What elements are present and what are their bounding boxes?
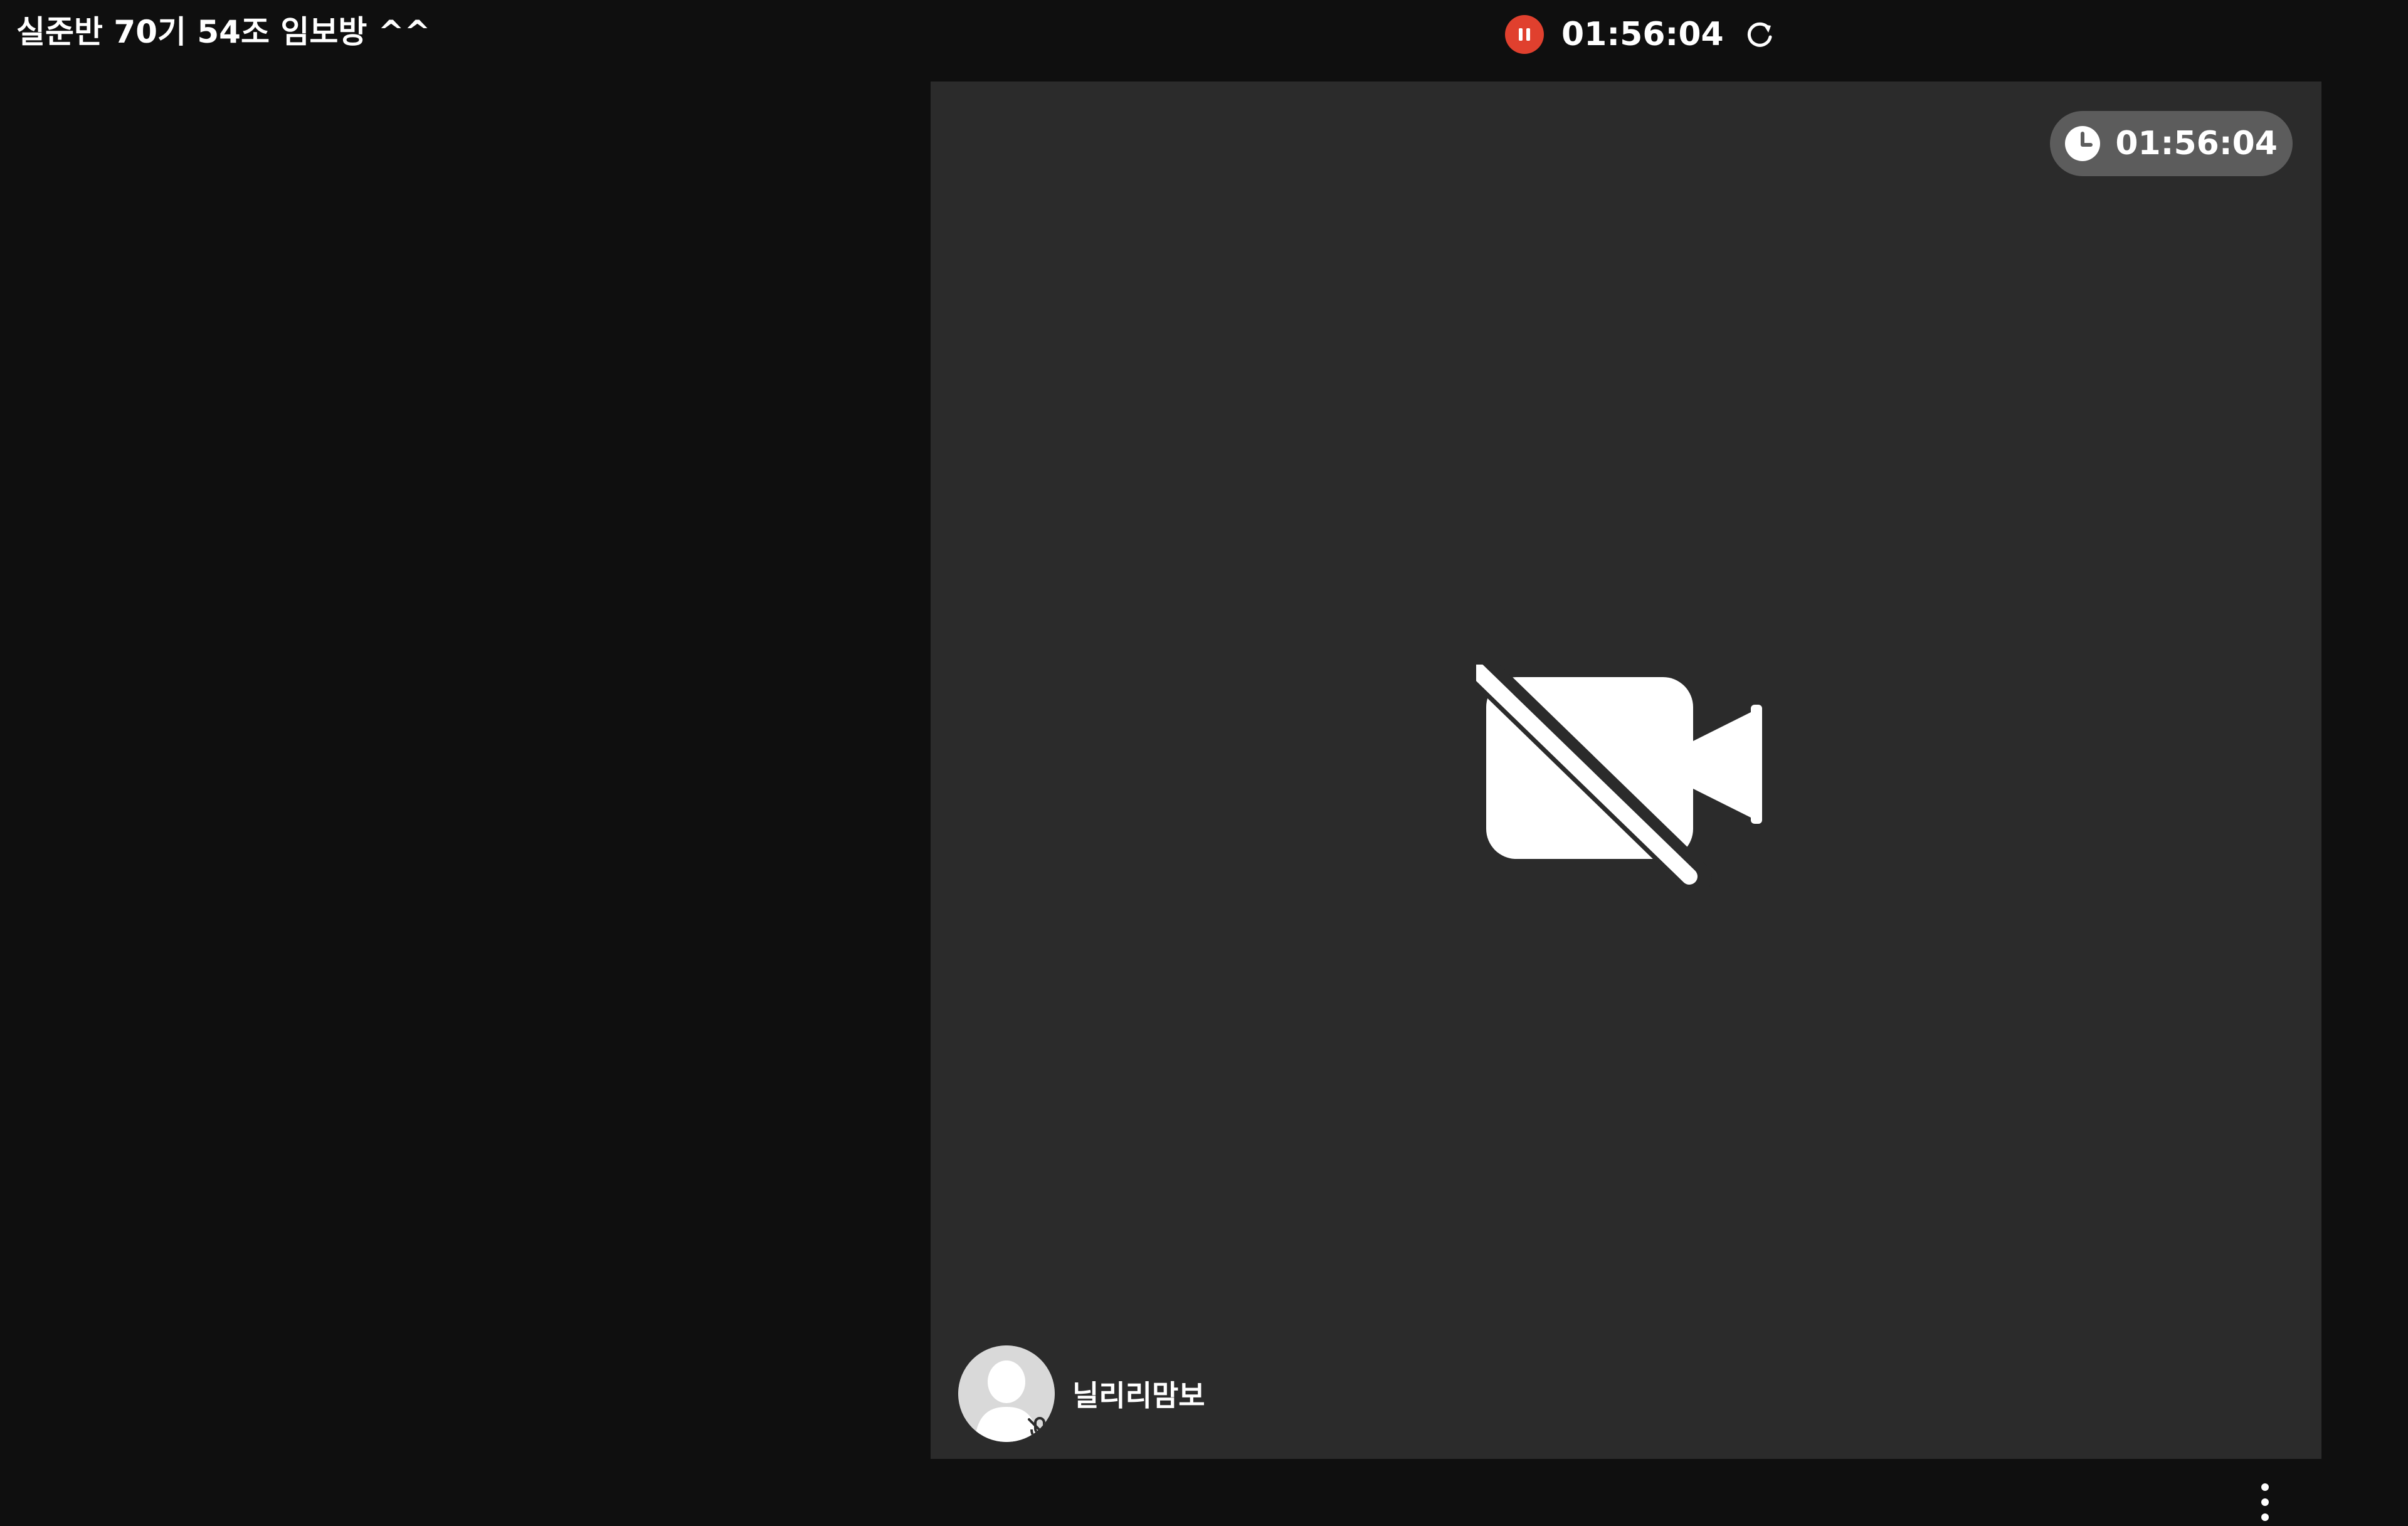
refresh-icon: [1747, 22, 1772, 47]
recording-timer: 01:56:04: [1561, 16, 1724, 53]
more-dot: [2261, 1483, 2269, 1491]
pause-recording-button[interactable]: [1505, 15, 1544, 54]
more-dot: [2261, 1513, 2269, 1521]
right-margin: [2321, 82, 2408, 1459]
top-bar: 실준반 70기 54조 임보방 ^^ 01:56:04: [0, 0, 2408, 82]
room-title: 실준반 70기 54조 임보방 ^^: [16, 14, 431, 50]
pause-circle-icon: [1519, 28, 1530, 41]
more-vertical-icon[interactable]: [2252, 1478, 2278, 1526]
refresh-button[interactable]: [1741, 16, 1778, 53]
clock-icon: [2065, 126, 2101, 161]
recording-controls: 01:56:04: [1505, 14, 1778, 55]
user-avatar-icon: [958, 1345, 1055, 1442]
mic-off-icon: [1028, 1417, 1053, 1442]
video-off-icon: [1476, 665, 1762, 890]
participant-video-tile[interactable]: 01:56:04 닐리리맘보: [931, 82, 2321, 1521]
elapsed-time-chip: 01:56:04: [2050, 111, 2293, 176]
participant-info: 닐리리맘보: [958, 1345, 1205, 1442]
elapsed-time: 01:56:04: [2115, 125, 2278, 162]
more-dot: [2261, 1498, 2269, 1506]
participant-name: 닐리리맘보: [1072, 1379, 1205, 1413]
